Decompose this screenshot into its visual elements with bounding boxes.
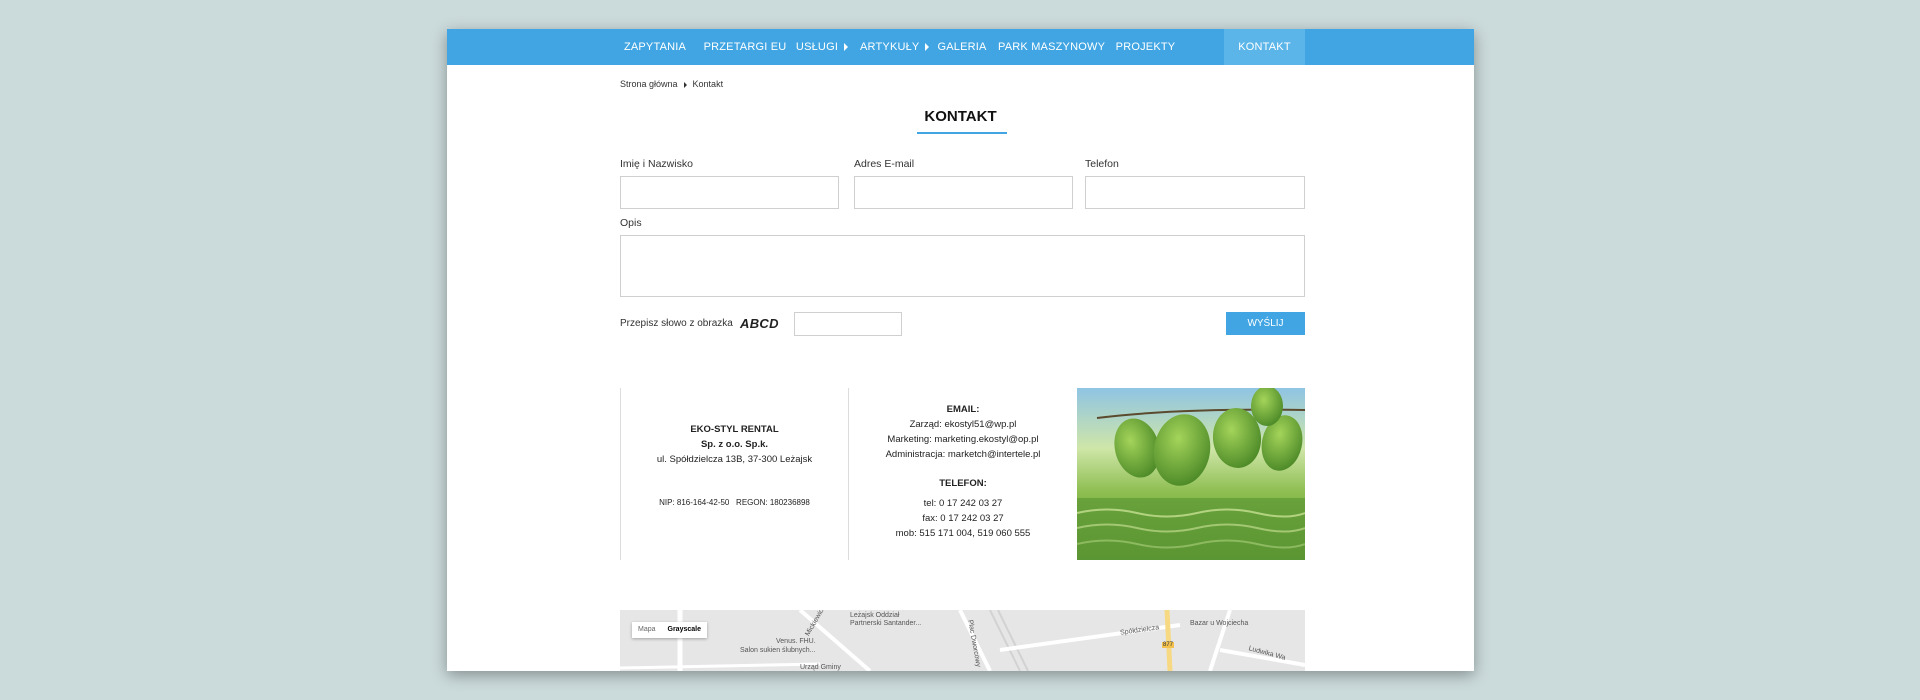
caret-right-icon — [844, 43, 849, 52]
road-number-badge: 877 — [1162, 642, 1175, 648]
phone-field[interactable] — [1085, 176, 1305, 209]
company-legal-form: Sp. z o.o. Sp.k. — [700, 439, 769, 450]
map[interactable]: Mapa Grayscale Leżajsk Oddział Partnerski… — [620, 610, 1305, 671]
map-label: Leżajsk Oddział — [850, 612, 900, 619]
breadcrumb-current: Kontakt — [692, 79, 724, 89]
page: ZAPYTANIA PRZETARGI EU USŁUGI ARTYKUŁY G… — [447, 29, 1474, 671]
map-label: Bazar u Wojciecha — [1190, 620, 1249, 627]
email-line: Zarząd: ekostyl51@wp.pl — [909, 419, 1017, 430]
company-regon: REGON: 180236898 — [736, 498, 810, 507]
breadcrumb: Strona główna Kontakt — [620, 79, 723, 89]
name-label: Imię i Nazwisko — [620, 158, 693, 170]
nav-item-przetargi-eu[interactable]: PRZETARGI EU — [702, 29, 788, 65]
email-line: Marketing: marketing.ekostyl@op.pl — [887, 434, 1039, 445]
email-line: Administracja: marketch@intertele.pl — [885, 449, 1041, 460]
page-title: KONTAKT — [924, 108, 997, 125]
title-underline — [917, 132, 1007, 134]
company-address: ul. Spółdzielcza 13B, 37-300 Leżajsk — [656, 454, 813, 465]
description-label: Opis — [620, 217, 642, 229]
nav-item-artykuly[interactable]: ARTYKUŁY — [860, 29, 930, 65]
name-field[interactable] — [620, 176, 839, 209]
map-label: Venus. FHU. — [776, 638, 816, 645]
breadcrumb-separator-icon — [683, 81, 687, 88]
phone-heading: TELEFON: — [939, 478, 987, 489]
phone-line: tel: 0 17 242 03 27 — [923, 498, 1003, 509]
email-label: Adres E-mail — [854, 158, 915, 170]
phone-line: fax: 0 17 242 03 27 — [922, 513, 1004, 524]
map-type-map-button[interactable]: Mapa — [632, 622, 662, 638]
company-ids: NIP: 816-164-42-50 REGON: 180236898 — [621, 495, 848, 510]
nav-item-kontakt[interactable]: KONTAKT — [1224, 29, 1305, 65]
email-heading: EMAIL: — [946, 404, 980, 415]
nav-item-uslugi[interactable]: USŁUGI — [794, 29, 850, 65]
captcha-image: ABCD — [740, 316, 779, 331]
description-field[interactable] — [620, 235, 1305, 297]
leaf-water-image — [1077, 388, 1305, 560]
company-info: EKO-STYL RENTAL Sp. z o.o. Sp.k. ul. Spó… — [621, 422, 848, 510]
nav-item-galeria[interactable]: GALERIA — [934, 29, 990, 65]
map-type-control: Mapa Grayscale — [632, 622, 707, 638]
phone-line: mob: 515 171 004, 519 060 555 — [895, 528, 1031, 539]
email-field[interactable] — [854, 176, 1073, 209]
map-type-grayscale-button[interactable]: Grayscale — [662, 622, 707, 638]
company-nip: NIP: 816-164-42-50 — [659, 498, 730, 507]
breadcrumb-home-link[interactable]: Strona główna — [620, 79, 678, 89]
nav-item-zapytania[interactable]: ZAPYTANIA — [620, 29, 690, 65]
phone-label: Telefon — [1085, 158, 1119, 170]
nav-item-projekty[interactable]: PROJEKTY — [1112, 29, 1179, 65]
map-label: Partnerski Santander... — [850, 620, 922, 627]
caret-right-icon — [925, 43, 930, 52]
company-name: EKO-STYL RENTAL — [690, 424, 779, 435]
map-label: Salon sukien ślubnych... — [740, 647, 816, 654]
nav-item-park-maszynowy[interactable]: PARK MASZYNOWY — [998, 29, 1105, 65]
captcha-input[interactable] — [794, 312, 902, 336]
contact-info: EMAIL: Zarząd: ekostyl51@wp.pl Marketing… — [849, 402, 1077, 541]
captcha-label: Przepisz słowo z obrazka — [620, 318, 733, 329]
send-button[interactable]: WYŚLIJ — [1226, 312, 1305, 335]
main-nav: ZAPYTANIA PRZETARGI EU USŁUGI ARTYKUŁY G… — [447, 29, 1474, 65]
map-label: Urząd Gminy — [800, 664, 841, 671]
